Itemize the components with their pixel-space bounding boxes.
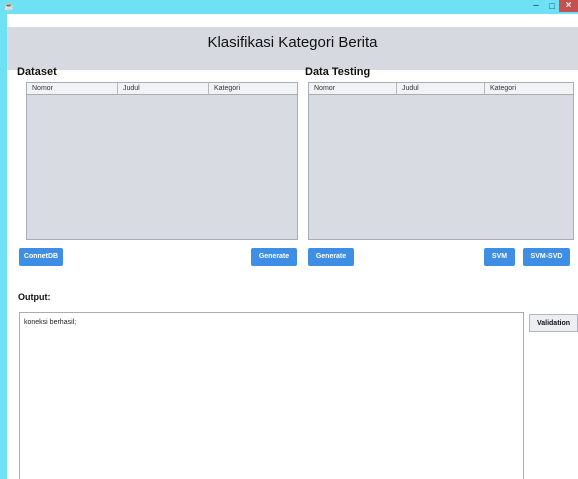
output-title: Output: [18,292,51,302]
testing-col-nomor[interactable]: Nomor [309,83,397,94]
testing-col-kategori[interactable]: Kategori [485,83,573,94]
testing-title: Data Testing [305,66,371,78]
svm-button[interactable]: SVM [484,248,515,266]
maximize-button[interactable]: □ [545,0,559,12]
testing-table[interactable]: Nomor Judul Kategori [308,82,574,240]
dataset-col-judul[interactable]: Judul [118,83,209,94]
testing-generate-button[interactable]: Generate [308,248,354,266]
dataset-col-kategori[interactable]: Kategori [209,83,297,94]
app-window: ☕ – □ × Klasifikasi Kategori Berita Data… [0,0,578,479]
dataset-col-nomor[interactable]: Nomor [27,83,118,94]
java-app-icon: ☕ [4,2,14,11]
validation-button[interactable]: Validation [529,314,578,332]
svm-svd-button[interactable]: SVM-SVD [523,248,570,266]
dataset-table[interactable]: Nomor Judul Kategori [26,82,298,240]
minimize-button[interactable]: – [529,0,543,12]
close-button[interactable]: × [559,0,578,12]
page-title: Klasifikasi Kategori Berita [207,34,378,51]
dataset-table-header: Nomor Judul Kategori [27,83,297,95]
title-bar[interactable]: ☕ – □ × [0,0,578,14]
dataset-title: Dataset [17,66,57,78]
main-content: Klasifikasi Kategori Berita Dataset Nomo… [7,14,578,479]
connect-db-button[interactable]: ConnetDB [19,248,63,266]
output-text: koneksi berhasil; [24,319,77,326]
output-textarea[interactable]: koneksi berhasil; [19,312,524,479]
testing-col-judul[interactable]: Judul [397,83,485,94]
dataset-generate-button[interactable]: Generate [251,248,297,266]
testing-table-header: Nomor Judul Kategori [309,83,573,95]
